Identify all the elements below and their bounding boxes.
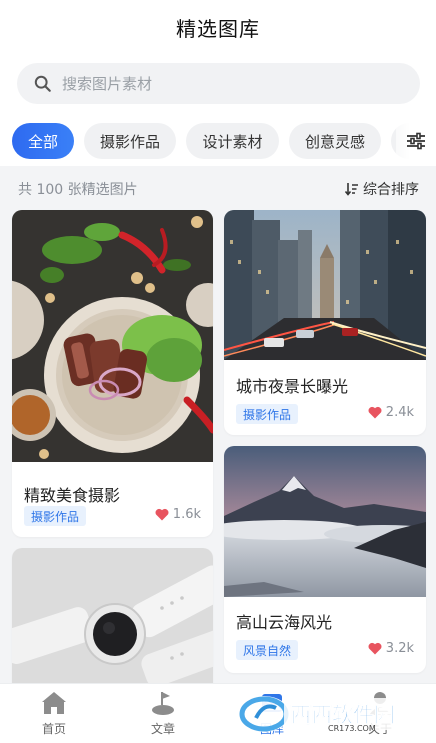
search-icon [34, 75, 51, 92]
likes-count: 1.6k [172, 507, 201, 522]
heart-icon [368, 406, 382, 419]
mountain-photo [224, 446, 426, 597]
page-title: 精选图库 [176, 16, 260, 41]
card-likes[interactable]: 3.2k [368, 641, 414, 656]
heart-icon [155, 508, 169, 521]
nav-home-label: 首页 [41, 722, 66, 736]
nav-articles[interactable]: 文章 [123, 690, 203, 737]
sort-label: 综合排序 [363, 182, 419, 198]
likes-count: 2.4k [385, 405, 414, 420]
image-count: 共 100 张精选图片 [18, 182, 138, 198]
card-likes[interactable]: 2.4k [368, 405, 414, 420]
search-input[interactable]: 搜索图片素材 [17, 63, 420, 104]
heart-icon [368, 642, 382, 655]
card-title: 高山云海风光 [236, 613, 333, 632]
nav-home[interactable]: 首页 [14, 690, 94, 737]
tab-photography[interactable]: 摄影作品 [84, 123, 176, 159]
search-bar-container: 搜索图片素材 [0, 54, 436, 116]
sort-button[interactable]: 综合排序 [345, 179, 419, 199]
card-title: 城市夜景长曝光 [236, 377, 349, 396]
results-summary: 共 100 张精选图片 综合排序 [0, 170, 436, 208]
filter-sliders-icon [407, 132, 425, 150]
tab-design-assets[interactable]: 设计素材 [186, 123, 279, 159]
tab-creative-ideas[interactable]: 创意灵感 [289, 123, 381, 159]
image-card[interactable]: 精致美食摄影 摄影作品 1.6k [12, 210, 213, 537]
image-card[interactable]: 城市夜景长曝光 摄影作品 2.4k [224, 210, 426, 435]
likes-count: 3.2k [385, 641, 414, 656]
filter-button[interactable] [396, 116, 436, 166]
card-title: 精致美食摄影 [24, 486, 121, 505]
home-icon [42, 692, 66, 714]
tab-all[interactable]: 全部 [12, 123, 74, 159]
svg-text:CR173.COM: CR173.COM [328, 724, 376, 733]
category-tabs: 全部 摄影作品 设计素材 创意灵感 商 [0, 116, 436, 166]
image-card[interactable]: 高山云海风光 风景自然 3.2k [224, 446, 426, 673]
card-tag: 摄影作品 [236, 404, 299, 424]
card-likes[interactable]: 1.6k [155, 507, 201, 522]
nav-articles-label: 文章 [150, 722, 175, 736]
sort-icon [345, 183, 358, 196]
city-night-photo [224, 210, 426, 360]
app-header: 精选图库 [0, 0, 436, 54]
food-photo [12, 210, 213, 462]
watermark-logo: 西西软件园 CR173.COM [236, 690, 426, 734]
card-tag: 风景自然 [236, 640, 299, 660]
card-tag: 摄影作品 [24, 506, 87, 526]
search-placeholder: 搜索图片素材 [62, 75, 153, 93]
article-icon [152, 692, 174, 715]
